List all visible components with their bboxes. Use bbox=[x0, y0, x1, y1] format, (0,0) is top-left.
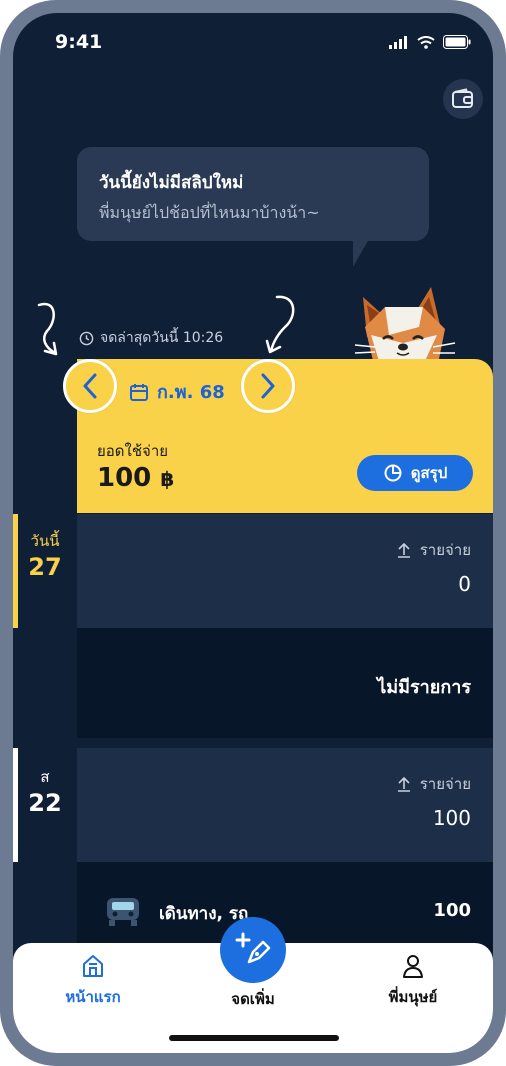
spending-total: 100 ฿ bbox=[97, 463, 174, 493]
left-hint-arrow-icon bbox=[37, 302, 58, 356]
expense-value: 0 bbox=[458, 572, 471, 596]
day-number: 27 bbox=[28, 553, 62, 581]
home-icon bbox=[83, 955, 103, 977]
nav-add[interactable]: จดเพิ่ม bbox=[183, 985, 323, 1011]
nav-profile[interactable]: พี่มนุษย์ bbox=[343, 953, 483, 1009]
nav-add-label: จดเพิ่ม bbox=[231, 990, 275, 1008]
day-expense-panel[interactable]: รายจ่าย 0 bbox=[77, 514, 493, 628]
chevron-right-icon bbox=[261, 373, 275, 399]
nav-home[interactable]: หน้าแรก bbox=[23, 953, 163, 1009]
view-summary-label: ดูสรุป bbox=[410, 464, 448, 482]
signal-icon bbox=[389, 35, 407, 49]
day-marker-today: วันนี้ 27 bbox=[13, 529, 77, 581]
pie-chart-icon bbox=[384, 464, 402, 482]
month-label: ก.พ. 68 bbox=[157, 382, 225, 403]
last-recorded-text: จดล่าสุดวันนี้ 10:26 bbox=[100, 330, 224, 346]
day-expense-panel[interactable]: รายจ่าย 100 bbox=[77, 748, 493, 862]
spending-label: ยอดใช้จ่าย bbox=[97, 442, 169, 460]
day-weekday: ส bbox=[40, 768, 50, 786]
wallet-icon bbox=[452, 88, 473, 108]
clock-icon bbox=[79, 331, 94, 345]
expense-label-text: รายจ่าย bbox=[419, 541, 471, 559]
spending-value: 100 bbox=[97, 463, 152, 493]
expense-label-text: รายจ่าย bbox=[419, 775, 471, 793]
month-selector[interactable]: ก.พ. 68 bbox=[129, 377, 225, 406]
add-record-button[interactable] bbox=[220, 917, 286, 983]
day-weekday: วันนี้ bbox=[30, 532, 60, 550]
arrow-up-icon bbox=[397, 776, 410, 792]
next-month-button[interactable] bbox=[241, 359, 295, 413]
day-number: 22 bbox=[28, 789, 62, 817]
status-bar: 9:41 bbox=[13, 13, 493, 73]
wallet-button[interactable] bbox=[443, 79, 483, 119]
transaction-row[interactable]: เดินทาง, รถ 100 bbox=[77, 862, 493, 952]
calendar-icon bbox=[130, 383, 148, 401]
nav-profile-label: พี่มนุษย์ bbox=[388, 988, 438, 1006]
expense-value: 100 bbox=[432, 806, 471, 830]
wifi-icon bbox=[417, 35, 435, 49]
view-summary-button[interactable]: ดูสรุป bbox=[357, 455, 473, 491]
home-indicator bbox=[169, 1035, 339, 1041]
expense-label: รายจ่าย bbox=[396, 772, 471, 796]
right-hint-arrow-icon bbox=[265, 295, 295, 354]
day-marker-saturday: ส 22 bbox=[13, 765, 77, 817]
last-recorded: จดล่าสุดวันนี้ 10:26 bbox=[79, 327, 223, 349]
bubble-title: วันนี้ยังไม่มีสลิปใหม่ bbox=[99, 173, 244, 193]
battery-icon bbox=[443, 35, 471, 49]
chevron-left-icon bbox=[83, 373, 97, 399]
app-screen: 9:41 วันนี้ยังไม่มีสลิปใหม่ พี่มนุษย์ไปช… bbox=[13, 13, 493, 1053]
expense-label: รายจ่าย bbox=[396, 538, 471, 562]
status-icons bbox=[389, 35, 471, 49]
nav-home-label: หน้าแรก bbox=[65, 988, 121, 1006]
speech-bubble: วันนี้ยังไม่มีสลิปใหม่ พี่มนุษย์ไปช้อปที… bbox=[77, 147, 429, 241]
status-time: 9:41 bbox=[55, 31, 103, 53]
currency-symbol: ฿ bbox=[160, 467, 175, 491]
empty-day-panel: ไม่มีรายการ bbox=[77, 628, 493, 738]
speech-bubble-tail bbox=[353, 239, 369, 267]
no-items-text: ไม่มีรายการ bbox=[377, 677, 471, 698]
device-frame: 9:41 วันนี้ยังไม่มีสลิปใหม่ พี่มนุษย์ไปช… bbox=[0, 0, 506, 1066]
bubble-subtitle: พี่มนุษย์ไปช้อปที่ไหนมาบ้างน้า~ bbox=[99, 203, 320, 222]
add-pen-icon bbox=[235, 932, 271, 964]
car-icon bbox=[107, 898, 139, 926]
person-icon bbox=[403, 955, 423, 978]
transaction-amount: 100 bbox=[433, 900, 471, 921]
arrow-up-icon bbox=[397, 542, 410, 558]
prev-month-button[interactable] bbox=[63, 359, 117, 413]
